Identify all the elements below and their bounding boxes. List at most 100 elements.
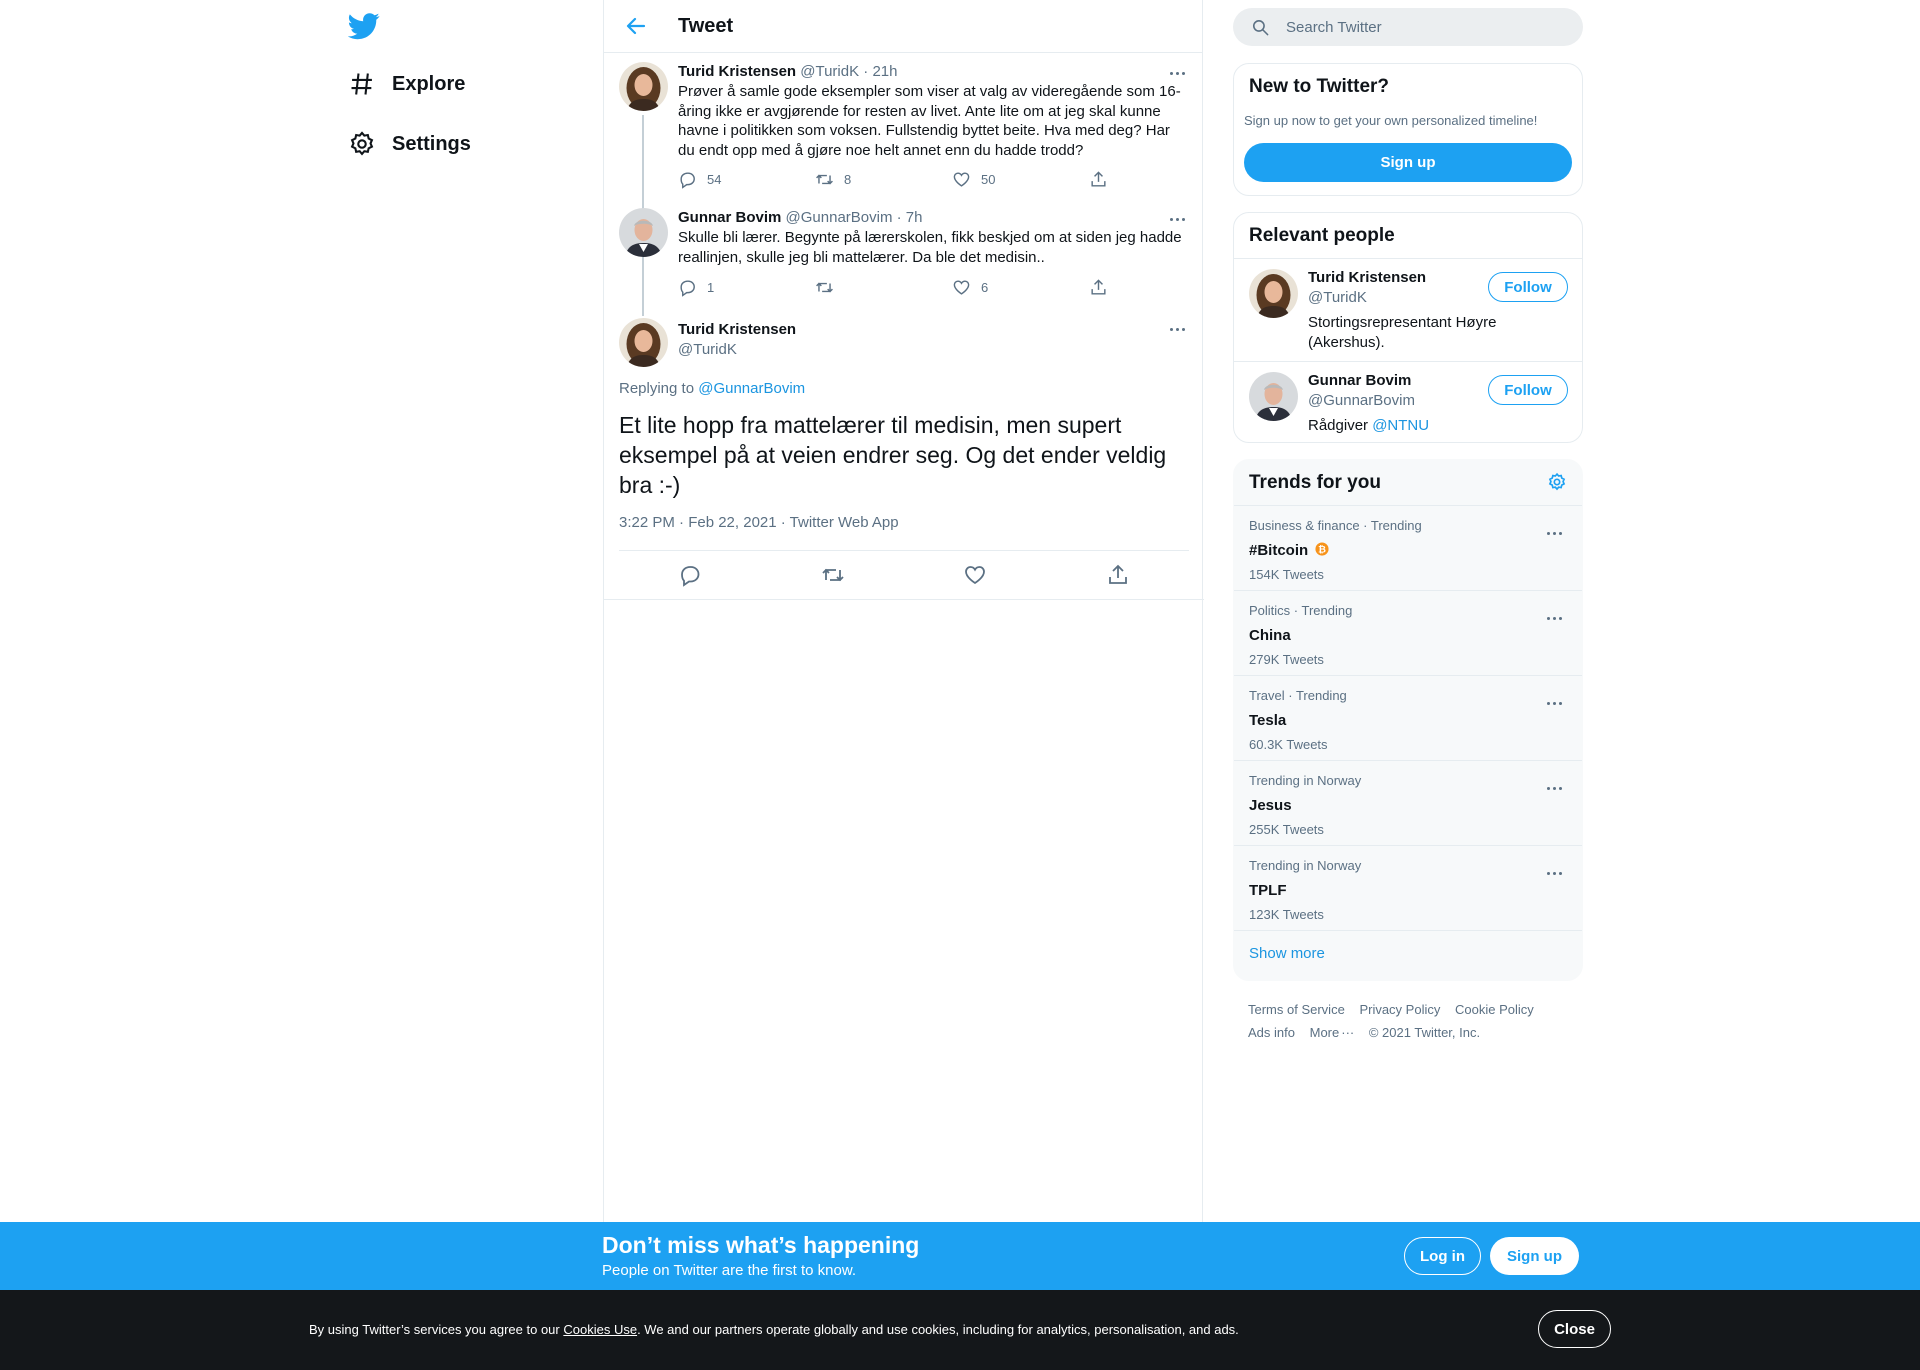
thread-tweet[interactable]: Turid Kristensen @TuridK · 21h Prøver å … [619, 62, 1189, 265]
tweet-author-handle[interactable]: @GunnarBovim [786, 209, 893, 226]
tweet-time[interactable]: · 7h [897, 209, 923, 226]
like-button[interactable]: 6 [952, 278, 1089, 297]
banner-signup-button[interactable]: Sign up [1490, 1237, 1579, 1275]
trend-item[interactable]: Trending in Norway Jesus 255K Tweets [1234, 760, 1582, 845]
like-button[interactable]: 50 [952, 170, 1089, 189]
page-title: Tweet [678, 14, 734, 37]
share-icon [1091, 171, 1106, 187]
main-column: Tweet Turid Kristensen @TuridK · 21h Prø… [603, 0, 1204, 1222]
signup-banner: Don’t miss what’s happening People on Tw… [0, 1222, 1920, 1290]
divider [604, 599, 1204, 600]
trend-item[interactable]: Politics · Trending China 279K Tweets [1234, 590, 1582, 675]
person-bio: Rådgiver @NTNU [1308, 416, 1508, 436]
trends-settings-gear-icon[interactable] [1547, 472, 1567, 492]
more-options-icon[interactable] [1542, 864, 1566, 882]
cookie-close-button[interactable]: Close [1538, 1310, 1611, 1348]
share-button[interactable] [1089, 278, 1118, 297]
more-options-icon[interactable] [1165, 320, 1189, 338]
footer-link[interactable]: Cookie Policy [1455, 1002, 1534, 1017]
person-bio-link[interactable]: @NTNU [1372, 417, 1429, 434]
avatar[interactable] [619, 62, 668, 111]
avatar[interactable] [619, 318, 668, 367]
footer-link[interactable]: Privacy Policy [1359, 1002, 1440, 1017]
avatar[interactable] [1249, 372, 1298, 421]
search-box[interactable] [1233, 8, 1583, 46]
thread-tweet[interactable]: Gunnar Bovim @GunnarBovim · 7h Skulle bl… [619, 208, 1189, 316]
new-to-twitter-card: New to Twitter? Sign up now to get your … [1233, 63, 1583, 196]
new-to-twitter-title: New to Twitter? [1249, 76, 1390, 97]
tweet-author-name[interactable]: Turid Kristensen [678, 63, 796, 80]
person-name[interactable]: Turid Kristensen [1308, 269, 1426, 286]
follow-button[interactable]: Follow [1488, 272, 1568, 302]
footer-more-link[interactable]: More [1310, 1025, 1340, 1040]
cookie-text-before: By using Twitter’s services you agree to… [309, 1322, 564, 1337]
trend-item[interactable]: Travel · Trending Tesla 60.3K Tweets [1234, 675, 1582, 760]
nav-settings[interactable]: Settings [348, 122, 471, 166]
avatar[interactable] [619, 208, 668, 257]
follow-button[interactable]: Follow [1488, 375, 1568, 405]
retweet-count: 8 [844, 172, 852, 187]
person-name[interactable]: Gunnar Bovim [1308, 372, 1411, 389]
share-button[interactable] [1089, 170, 1118, 189]
more-options-icon[interactable] [1165, 64, 1189, 82]
trend-meta: Politics · Trending [1249, 603, 1353, 618]
cookies-use-link[interactable]: Cookies Use [563, 1322, 637, 1337]
banner-title: Don’t miss what’s happening [602, 1232, 920, 1258]
more-options-icon[interactable] [1542, 609, 1566, 627]
relevant-people-card: Relevant people Turid Kristensen @TuridK… [1233, 212, 1583, 443]
more-dots-icon[interactable]: ··· [1341, 1025, 1354, 1040]
tweet-text: Skulle bli lærer. Begynte på lærerskolen… [678, 229, 1182, 266]
trend-count: 60.3K Tweets [1249, 737, 1328, 752]
show-more-link[interactable]: Show more [1234, 930, 1582, 980]
search-input[interactable] [1286, 18, 1566, 36]
share-icon[interactable] [1106, 563, 1130, 587]
tweet-author-name[interactable]: Gunnar Bovim [678, 209, 781, 226]
reply-button[interactable]: 1 [678, 278, 815, 297]
retweet-icon [816, 282, 833, 293]
reply-button[interactable]: 54 [678, 170, 815, 189]
tweet-header: Gunnar Bovim @GunnarBovim · 7h [678, 208, 1189, 228]
more-options-icon[interactable] [1542, 694, 1566, 712]
trend-meta: Business & finance · Trending [1249, 518, 1422, 533]
person-handle[interactable]: @TuridK [1308, 289, 1367, 306]
trend-item[interactable]: Business & finance · Trending #Bitcoin ₿… [1234, 505, 1582, 590]
cookie-bar: By using Twitter’s services you agree to… [0, 1290, 1920, 1370]
tweet-author-name[interactable]: Turid Kristensen [678, 320, 796, 340]
thread-line [642, 261, 644, 316]
retweet-button[interactable]: 8 [815, 170, 952, 189]
tweet-time[interactable]: · 21h [863, 63, 897, 80]
nav-explore[interactable]: Explore [348, 62, 465, 106]
more-options-icon[interactable] [1542, 524, 1566, 542]
more-options-icon[interactable] [1165, 210, 1189, 228]
back-arrow-icon[interactable] [624, 14, 648, 38]
reply-icon [680, 172, 695, 189]
person-handle[interactable]: @GunnarBovim [1308, 392, 1415, 409]
trend-count: 279K Tweets [1249, 652, 1324, 667]
more-options-icon[interactable] [1542, 779, 1566, 797]
person-item[interactable]: Turid Kristensen @TuridK Stortingsrepres… [1234, 258, 1582, 361]
reply-icon[interactable] [678, 563, 702, 587]
trends-title: Trends for you [1249, 472, 1381, 493]
signup-button[interactable]: Sign up [1244, 143, 1572, 182]
tweet-author-handle[interactable]: @TuridK [800, 63, 859, 80]
tweet-text: Prøver å samle gode eksempler som viser … [678, 83, 1181, 159]
footer-link[interactable]: Terms of Service [1248, 1002, 1345, 1017]
heart-icon[interactable] [963, 563, 987, 587]
avatar[interactable] [1249, 269, 1298, 318]
tweet-text: Et lite hopp fra mattelærer til medisin,… [619, 412, 1167, 498]
hashtag-icon [348, 70, 376, 98]
person-item[interactable]: Gunnar Bovim @GunnarBovim Rådgiver @NTNU… [1234, 361, 1582, 442]
retweet-icon[interactable] [821, 563, 845, 587]
replying-to-link[interactable]: @GunnarBovim [698, 380, 805, 397]
footer-link[interactable]: Ads info [1248, 1025, 1295, 1040]
login-button[interactable]: Log in [1404, 1237, 1481, 1275]
tweet-author-handle[interactable]: @TuridK [678, 340, 796, 360]
trend-name: Tesla [1249, 712, 1287, 729]
trend-item[interactable]: Trending in Norway TPLF 123K Tweets [1234, 845, 1582, 930]
like-count: 50 [981, 172, 996, 187]
trend-count: 123K Tweets [1249, 907, 1324, 922]
tweet-actions: 54 8 50 [678, 170, 1118, 189]
retweet-button[interactable] [815, 278, 952, 297]
twitter-logo-icon[interactable] [348, 10, 380, 42]
tweet-timestamp[interactable]: 3:22 PM · Feb 22, 2021 · Twitter Web App [619, 514, 899, 531]
